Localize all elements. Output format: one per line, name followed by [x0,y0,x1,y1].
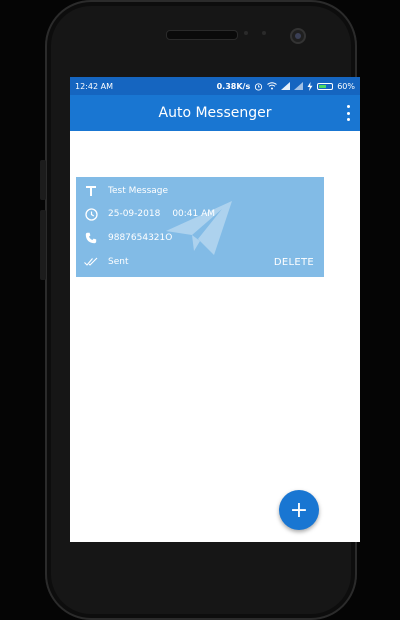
phone-camera [290,28,306,44]
message-phone: 9887654321O [108,233,173,243]
message-text: Test Message [108,186,169,196]
add-icon: + [289,497,309,523]
message-status: Sent [108,257,129,267]
app-title: Auto Messenger [158,105,272,121]
signal-icon [294,82,304,90]
battery-icon [317,82,334,90]
message-card[interactable]: Test Message 25-09-2018 00:41 AM 9887654… [76,177,324,277]
phone-sensor [262,31,266,35]
phone-side-button [40,210,46,280]
add-message-button[interactable]: + [279,490,319,530]
message-text-row: Test Message [84,184,168,198]
app-bar: Auto Messenger [70,95,360,131]
phone-side-button [40,160,46,200]
signal-icon [281,82,291,90]
wifi-icon [267,82,278,90]
clock-icon [84,207,98,221]
status-bar: 12:42 AM 0.38K/s 60% [70,77,360,95]
phone-sensor [244,31,248,35]
message-status-row: Sent [84,255,128,269]
delete-button[interactable]: DELETE [274,255,314,269]
message-time: 00:41 AM [172,209,216,219]
text-icon [84,184,98,198]
message-schedule-row: 25-09-2018 00:41 AM [84,207,215,221]
status-time: 12:42 AM [75,81,113,91]
phone-icon [84,231,98,245]
network-speed: 0.38K/s [216,81,251,91]
alarm-icon [255,82,263,91]
battery-level [319,84,327,88]
double-check-icon [84,255,98,269]
more-vert-icon[interactable] [346,105,350,121]
message-date: 25-09-2018 [108,209,161,219]
app-screen: 12:42 AM 0.38K/s 60% Auto Messenger Test… [70,77,360,542]
charging-icon [307,81,313,91]
battery-percent: 60% [337,81,355,91]
phone-speaker [166,30,238,40]
message-phone-row: 9887654321O [84,231,172,245]
